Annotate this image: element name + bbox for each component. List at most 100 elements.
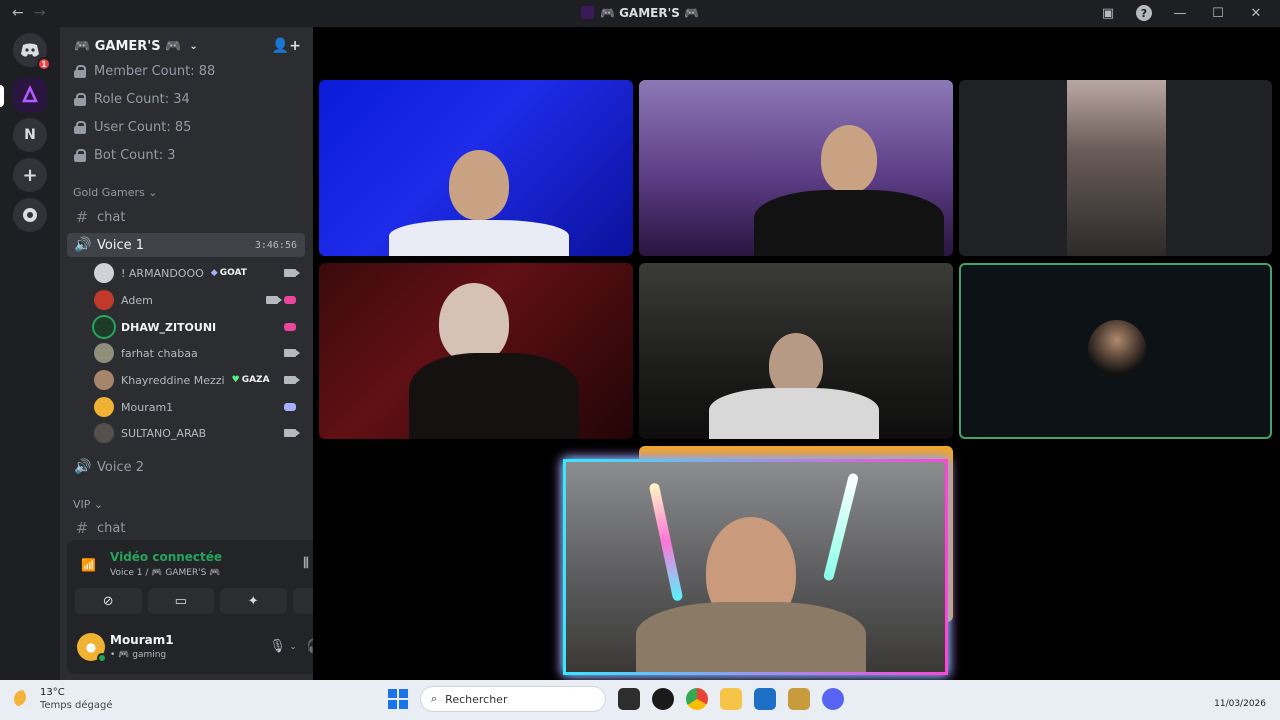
server-icon-gamers[interactable] [13,78,47,112]
stat-label: User Count: 85 [94,119,192,135]
voice-status-subtitle[interactable]: Voice 1 / 🎮 GAMER'S 🎮 [110,568,220,578]
voice-user-icons [284,349,300,357]
profile-picture [1088,320,1146,378]
search-icon: ⌕ [431,692,438,705]
voice-status-title[interactable]: Vidéo connectée [110,550,222,564]
chrome-icon[interactable] [686,688,708,710]
channel-chat-vip[interactable]: # chat [67,516,305,540]
notification-badge: 1 [37,57,51,71]
voice-user-sultano-arab[interactable]: SULTANO_ARAB [94,421,304,445]
taskbar-search[interactable]: ⌕ Rechercher [420,686,606,712]
role-tag: ♥ GAZA [232,375,270,385]
camera-icon [284,376,300,384]
channel-label: Voice 1 [97,237,144,253]
video-tile-3[interactable] [959,80,1272,256]
signal-icon[interactable]: 📶 [81,558,97,574]
screen-share-button[interactable]: ▭ [147,588,214,614]
voice-user-mouram1[interactable]: Mouram1 [94,395,304,419]
voice-user-khayreddine-mezzi[interactable]: Khayreddine Mezzi ♥ GAZA [94,368,304,392]
temperature: 13°C [40,687,65,698]
channel-voice-2[interactable]: 🔊 Voice 2 [67,455,305,479]
role-tag-label: GAZA [241,375,270,385]
webcam-overlay [563,459,948,675]
video-tile-6[interactable] [959,263,1272,439]
category-gold-gamers[interactable]: Gold Gamers ⌄ [73,186,158,199]
lock-icon [74,148,86,162]
home-button[interactable]: 1 [13,33,51,71]
voice-user-name: DHAW_ZITOUNI [121,320,217,334]
user-controls: 🎙 ⌄ 🎧 ⌄ ⚙ [269,639,313,654]
participant-figure [754,190,944,256]
soundboard-button[interactable]: ♫ [292,588,313,614]
category-vip[interactable]: VIP ⌄ [73,498,103,511]
stat-role-count[interactable]: Role Count: 34 [74,88,190,110]
stat-bot-count[interactable]: Bot Count: 3 [74,144,176,166]
close-button[interactable]: ✕ [1246,4,1266,22]
participant-figure [636,602,866,672]
invite-people-icon[interactable]: 👤+ [272,38,301,54]
task-view-icon[interactable] [618,688,640,710]
title-bar: ← → 🎮 GAMER'S 🎮 ▣ ? — ☐ ✕ [0,0,1280,27]
camera-icon [284,269,300,277]
voice-connected-panel: 📶 Vidéo connectée Voice 1 / 🎮 GAMER'S 🎮 … [67,540,313,622]
online-status-icon [97,653,107,663]
stat-user-count[interactable]: User Count: 85 [74,116,191,138]
channel-label: Voice 2 [97,459,144,475]
video-tile-4[interactable] [319,263,633,439]
camera-icon [284,429,300,437]
server-icon-n[interactable]: N [13,118,47,152]
camera-icon [266,296,282,304]
camera-off-button[interactable]: ⊘ [75,588,142,614]
gem-icon: ◆ [210,268,218,278]
voice-user-farhat-chabaa[interactable]: farhat chabaa [94,341,304,365]
lock-icon [74,120,86,134]
video-tile-2[interactable] [639,80,953,256]
video-tile-1[interactable] [319,80,633,256]
minimize-button[interactable]: — [1170,4,1190,22]
voice-user-name: Adem [121,293,153,307]
voice-user-dhaw-zitouni[interactable]: DHAW_ZITOUNI [94,315,304,339]
user-name[interactable]: Mouram1 [110,633,174,647]
file-explorer-icon[interactable] [720,688,742,710]
explore-icon[interactable] [13,198,47,232]
channel-sidebar: Member Count: 88 Role Count: 34 User Cou… [60,27,313,680]
store-icon[interactable] [754,688,776,710]
server-header[interactable]: 🎮 GAMER'S 🎮 ⌄ 👤+ [60,27,313,65]
activity-gamepad-icon [284,403,296,411]
user-avatar[interactable]: ● [77,633,107,663]
microphone-icon[interactable]: 🎙 [269,639,286,654]
speaker-icon: 🔊 [74,459,92,475]
app-icon-ball[interactable] [652,688,674,710]
server-logo-icon [22,85,38,103]
hash-icon: # [75,519,89,537]
inbox-icon[interactable]: ▣ [1098,4,1118,22]
avatar [94,397,114,417]
neon-light [648,482,684,602]
window-controls: ▣ ? — ☐ ✕ [1098,4,1266,22]
channel-label: chat [97,209,126,225]
channel-voice-1[interactable]: 🔊 Voice 1 3:46:56 [67,233,305,257]
avatar-speaking [94,317,114,337]
add-server-icon[interactable]: + [13,158,47,192]
participant-figure [409,353,579,439]
video-tile-5[interactable] [639,263,953,439]
voice-user-name: Khayreddine Mezzi [121,373,225,387]
league-icon[interactable] [788,688,810,710]
activity-gamepad-icon [284,296,296,304]
windows-start-icon[interactable] [388,689,408,709]
role-tag: ◆ GOAT [211,268,247,278]
help-icon[interactable]: ? [1136,5,1152,21]
server-mini-icon [580,6,594,19]
discord-taskbar-icon[interactable] [822,688,844,710]
weather-widget[interactable]: 13°C Temps dégagé [14,686,113,712]
discord-app-window: ← → 🎮 GAMER'S 🎮 ▣ ? — ☐ ✕ 1 N + Member C… [0,0,1280,720]
chevron-down-icon[interactable]: ⌄ [290,642,297,651]
maximize-button[interactable]: ☐ [1208,4,1228,22]
voice-user-armandooo[interactable]: ! ARMANDOOO ◆ GOAT [94,261,304,285]
noise-suppression-icon[interactable]: ⫼ [303,556,309,571]
window-title-text: 🎮 GAMER'S 🎮 [599,6,700,20]
channel-chat[interactable]: # chat [67,205,305,229]
voice-user-adem[interactable]: Adem [94,288,304,312]
activities-button[interactable]: ✦ [220,588,287,614]
stat-label: Role Count: 34 [94,91,190,107]
